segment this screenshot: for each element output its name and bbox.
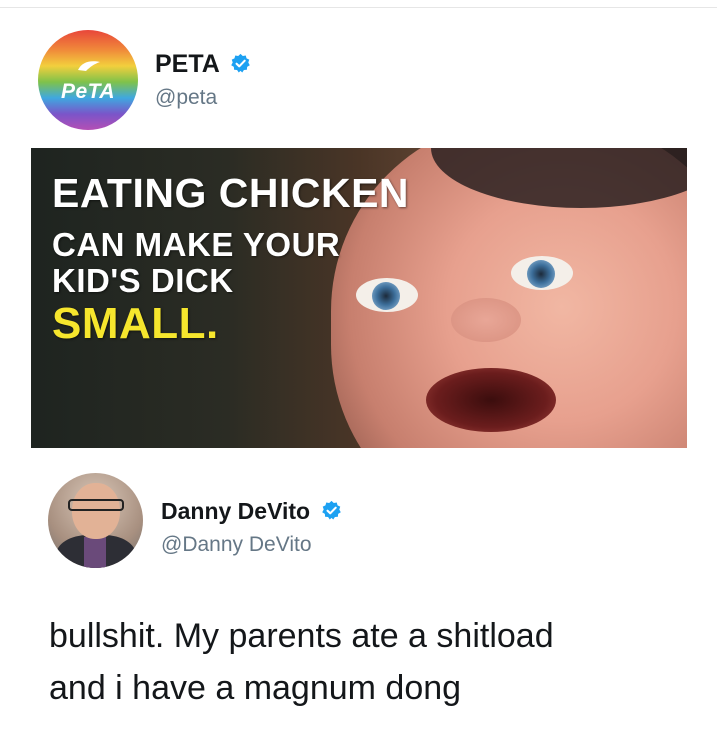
peta-logo-text: PeTA [60,80,116,103]
devito-handle[interactable]: @Danny DeVito [161,533,312,557]
caption-line-4: SMALL. [52,299,219,348]
bunny-logo-icon [78,61,100,71]
verified-badge-icon [231,53,250,73]
avatar-shirt [84,537,106,568]
caption-line-2: CAN MAKE YOUR [52,226,341,263]
tweet-text-line-2: and i have a magnum dong [49,669,462,707]
caption-line-3: KID'S DICK [52,262,234,299]
avatar-glasses [68,499,124,511]
left-eye [356,278,418,312]
tweet-image[interactable]: EATING CHICKEN CAN MAKE YOUR KID'S DICK … [31,148,687,448]
peta-display-name[interactable]: PETA [155,50,251,79]
nose [451,298,521,342]
right-eye [511,256,573,290]
crying-mouth [426,368,556,432]
caption-line-1: EATING CHICKEN [52,170,410,216]
tweet-text: bullshit. My parents ate a shitload and … [49,610,709,714]
display-name-text: PETA [155,50,219,78]
avatar-head [72,483,120,539]
tweet-text-line-1: bullshit. My parents ate a shitload [49,617,554,655]
display-name-text: Danny DeVito [161,498,311,524]
devito-display-name[interactable]: Danny DeVito [161,498,342,525]
peta-avatar[interactable]: PeTA [38,30,138,130]
top-divider [0,7,717,8]
peta-handle[interactable]: @peta [155,86,217,110]
danny-devito-avatar[interactable] [48,473,143,568]
verified-badge-icon [321,500,341,520]
